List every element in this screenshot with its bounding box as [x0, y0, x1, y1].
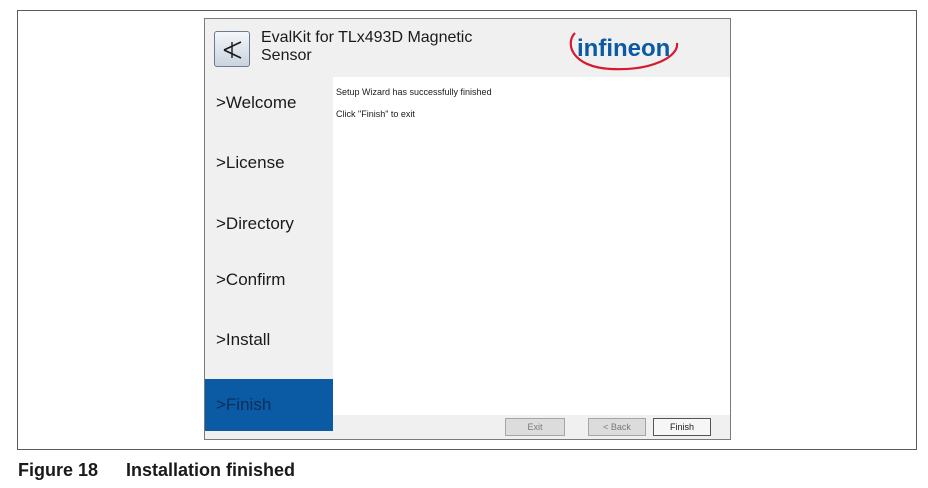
finished-message: Setup Wizard has successfully finished	[336, 87, 492, 97]
button-bar: Exit < Back Finish	[333, 415, 730, 439]
wizard-steps: >Welcome >License >Directory >Confirm >I…	[205, 77, 333, 431]
figure-title: Installation finished	[126, 460, 296, 480]
figure-caption: Figure 18 Installation finished	[18, 460, 295, 481]
exit-instruction: Click "Finish" to exit	[336, 109, 415, 119]
step-label: >Welcome	[216, 93, 297, 112]
step-confirm: >Confirm	[205, 254, 333, 306]
window-header: EvalKit for TLx493D Magnetic Sensor infi…	[205, 19, 730, 77]
logo-text: infineon	[577, 35, 670, 62]
app-title: EvalKit for TLx493D Magnetic Sensor	[261, 29, 473, 64]
step-finish: >Finish	[205, 379, 333, 431]
content-panel: Setup Wizard has successfully finished C…	[333, 77, 730, 415]
figure-number: Figure 18	[18, 460, 99, 480]
exit-button[interactable]: Exit	[505, 418, 565, 436]
step-directory: >Directory	[205, 198, 333, 250]
finish-button[interactable]: Finish	[653, 418, 711, 436]
step-install: >Install	[205, 314, 333, 366]
step-license: >License	[205, 137, 333, 189]
step-label: >Finish	[216, 395, 272, 414]
back-button[interactable]: < Back	[588, 418, 646, 436]
step-label: >License	[216, 153, 285, 172]
infineon-logo: infineon	[561, 23, 681, 75]
step-welcome: >Welcome	[205, 77, 333, 129]
installer-window: EvalKit for TLx493D Magnetic Sensor infi…	[204, 18, 731, 440]
step-label: >Directory	[216, 214, 294, 233]
step-label: >Confirm	[216, 270, 286, 289]
step-label: >Install	[216, 330, 271, 349]
antenna-arrow-icon	[214, 31, 250, 67]
